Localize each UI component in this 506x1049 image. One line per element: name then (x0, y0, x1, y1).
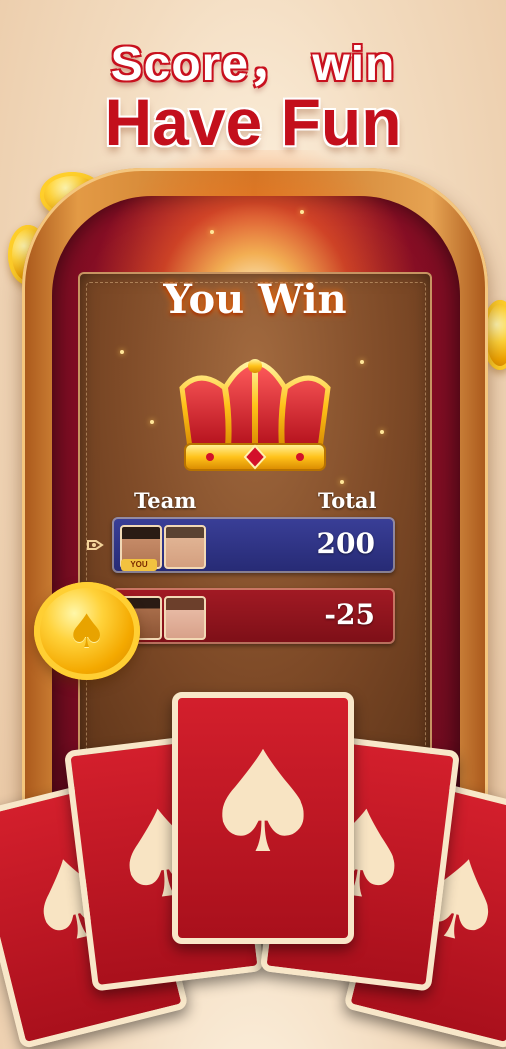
team-total-score: -25 (324, 598, 375, 631)
team-total-score: 200 (316, 527, 375, 560)
crown-icon (179, 359, 331, 471)
you-badge: YOU (121, 559, 157, 571)
sparkle (300, 210, 304, 214)
playing-card: ♠ (172, 692, 354, 944)
promo-line-2: Have Fun (104, 85, 402, 159)
total-column-header: Total (318, 488, 377, 513)
team-row: -25 (112, 588, 395, 644)
team-column-header: Team (134, 488, 197, 513)
sparkle (150, 420, 154, 424)
sparkle (120, 350, 124, 354)
result-title: You Win (163, 276, 347, 323)
sparkle (360, 360, 364, 364)
spade-coin-icon: ♠ (34, 582, 140, 680)
spade-icon: ♠ (66, 604, 108, 658)
player-avatar (164, 525, 206, 569)
current-team-arrow-icon (87, 540, 104, 550)
player-avatar (164, 596, 206, 640)
sparkle (210, 230, 214, 234)
spade-icon: ♠ (200, 722, 326, 885)
sparkle (380, 430, 384, 434)
sparkle (340, 480, 344, 484)
